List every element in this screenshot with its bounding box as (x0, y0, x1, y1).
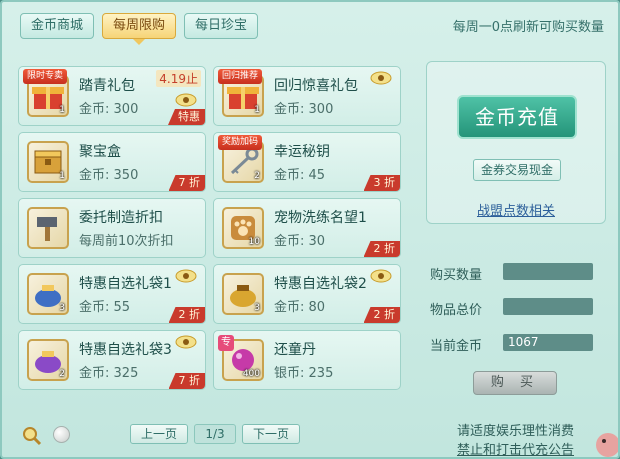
paw-scroll-icon: 10 (222, 207, 264, 249)
item-name: 特惠自选礼袋1 (79, 276, 172, 292)
item-name: 幸运秘钥 (274, 144, 330, 160)
item-name: 踏青礼包 (79, 78, 135, 94)
item-card-treasure-box[interactable]: 1 聚宝盒 金币: 350 7 折 (18, 132, 206, 192)
item-desc: 每周前10次折扣 (79, 234, 174, 249)
buy-button[interactable]: 购 买 (473, 371, 557, 395)
qty-field[interactable] (503, 263, 593, 280)
page-indicator: 1/3 (194, 424, 237, 444)
discount-tag: 7 折 (168, 175, 205, 191)
coins-label: 当前金币 (430, 339, 483, 354)
eye-icon[interactable] (175, 269, 197, 283)
tab-daily-treasure[interactable]: 每日珍宝 (184, 13, 259, 39)
qty-label: 购买数量 (430, 268, 483, 283)
item-card-rejuvenation-pill[interactable]: 400 专 还童丹 银币: 235 (213, 330, 401, 390)
item-card-lucky-key[interactable]: 2 奖励加码 幸运秘钥 金币: 45 3 折 (213, 132, 401, 192)
expiry-label: 4.19止 (156, 70, 201, 87)
discount-tag: 2 折 (168, 307, 205, 323)
alliance-points-link[interactable]: 战盟点数相关 (427, 200, 605, 219)
discount-tag: 2 折 (363, 241, 400, 257)
item-price: 金币: 30 (274, 234, 326, 249)
item-name: 特惠自选礼袋2 (274, 276, 367, 292)
eye-icon[interactable] (175, 93, 197, 107)
item-name: 聚宝盒 (79, 144, 121, 160)
discount-tag: 3 折 (363, 175, 400, 191)
item-card-gift-bag-2[interactable]: 3 特惠自选礼袋2 金币: 80 2 折 (213, 264, 401, 324)
discount-tag: 特惠 (168, 109, 205, 125)
magnifier-icon[interactable] (22, 426, 42, 446)
gold-recharge-button[interactable]: 金币充值 (457, 95, 577, 139)
item-card-craft-discount[interactable]: 委托制造折扣 每周前10次折扣 (18, 198, 206, 258)
item-name: 委托制造折扣 (79, 210, 163, 226)
blue-bag-icon: 3 (27, 273, 69, 315)
item-card-pet-refine[interactable]: 10 宠物洗练名望1 金币: 30 2 折 (213, 198, 401, 258)
item-price: 银币: 235 (274, 366, 334, 381)
item-price: 金币: 300 (274, 102, 334, 117)
item-price: 金币: 45 (274, 168, 326, 183)
item-price: 金币: 325 (79, 366, 139, 381)
item-grid: 1 限时专卖 踏青礼包 4.19止 金币: 300 特惠 1 回归推荐 回归惊喜… (18, 66, 401, 390)
eye-icon[interactable] (370, 269, 392, 283)
item-card-spring-pack[interactable]: 1 限时专卖 踏青礼包 4.19止 金币: 300 特惠 (18, 66, 206, 126)
item-price: 金币: 300 (79, 102, 139, 117)
reward-boost-badge: 奖励加码 (218, 135, 263, 150)
item-price: 金币: 350 (79, 168, 139, 183)
toggle-dot[interactable] (53, 426, 70, 443)
eye-icon[interactable] (370, 71, 392, 85)
discount-tag: 7 折 (168, 373, 205, 389)
tab-gold-mall[interactable]: 金币商城 (20, 13, 95, 39)
next-page-button[interactable]: 下一页 (242, 424, 301, 444)
limited-sale-badge: 限时专卖 (23, 69, 68, 84)
hammer-icon (27, 207, 69, 249)
prev-page-button[interactable]: 上一页 (130, 424, 189, 444)
item-price: 金币: 55 (79, 300, 131, 315)
recharge-panel: 金币充值 金券交易现金 战盟点数相关 (426, 61, 606, 224)
item-price: 金币: 80 (274, 300, 326, 315)
responsible-spending-note: 请适度娱乐理性消费 (456, 424, 574, 439)
total-price-field (503, 298, 593, 315)
pagination: 上一页 1/3 下一页 (130, 424, 301, 444)
eye-icon[interactable] (175, 335, 197, 349)
item-card-gift-bag-3[interactable]: 2 特惠自选礼袋3 金币: 325 7 折 (18, 330, 206, 390)
item-card-gift-bag-1[interactable]: 3 特惠自选礼袋1 金币: 55 2 折 (18, 264, 206, 324)
gold-bag-icon: 3 (222, 273, 264, 315)
item-name: 还童丹 (274, 342, 316, 358)
tab-bar: 金币商城 每周限购 每日珍宝 (20, 13, 259, 45)
item-name: 回归惊喜礼包 (274, 78, 358, 94)
total-label: 物品总价 (430, 303, 483, 318)
discount-tag: 2 折 (363, 307, 400, 323)
coupon-exchange-button[interactable]: 金券交易现金 (473, 159, 561, 181)
item-name: 宠物洗练名望1 (274, 210, 367, 226)
mascot-corner-icon (596, 433, 618, 457)
return-recommend-badge: 回归推荐 (218, 69, 263, 84)
refresh-note: 每周一0点刷新可购买数量 (452, 20, 604, 35)
item-card-return-pack[interactable]: 1 回归推荐 回归惊喜礼包 金币: 300 (213, 66, 401, 126)
tab-weekly-limited[interactable]: 每周限购 (102, 13, 177, 45)
purple-bag-icon: 2 (27, 339, 69, 381)
exclusive-badge: 专 (218, 335, 234, 351)
current-coins-field: 1067 (503, 334, 593, 351)
anti-proxy-notice-link[interactable]: 禁止和打击代充公告 (457, 439, 574, 457)
treasure-box-icon: 1 (27, 141, 69, 183)
item-name: 特惠自选礼袋3 (79, 342, 172, 358)
shop-window: 金币商城 每周限购 每日珍宝 每周一0点刷新可购买数量 1 限时专卖 踏青礼包 … (0, 0, 620, 459)
